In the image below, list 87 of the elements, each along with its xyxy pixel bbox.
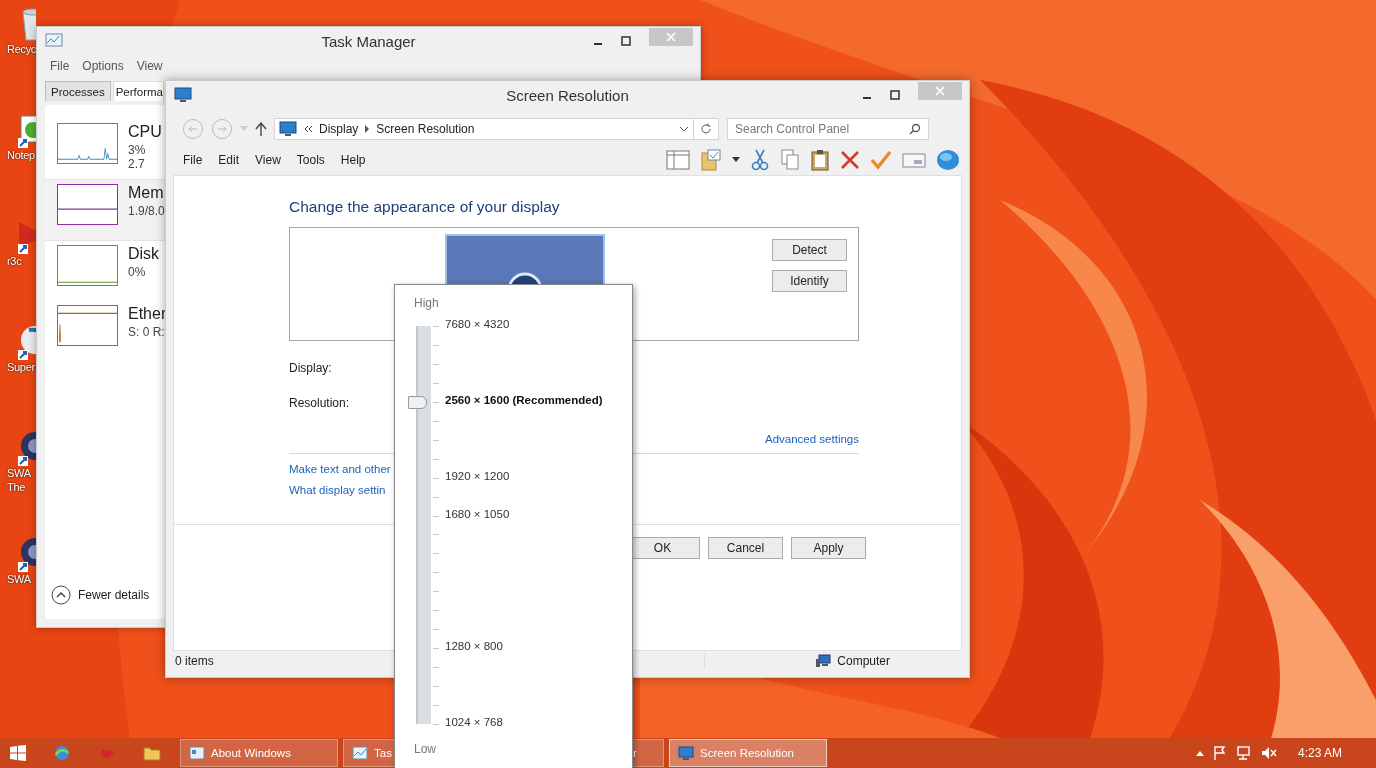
window-icon [189, 746, 205, 760]
resource-name: Disk [128, 245, 160, 263]
resolution-option[interactable]: 2560 × 1600 (Recommended) [445, 393, 603, 406]
resolution-option[interactable]: 1680 × 1050 [445, 507, 510, 520]
page-heading: Change the appearance of your display [289, 198, 560, 216]
resource-name: Ether [128, 305, 167, 323]
menu-item[interactable]: View [255, 153, 281, 167]
resource-name: CPU [128, 123, 163, 141]
resource-item[interactable]: Ether S: 0 R: [45, 301, 165, 361]
caret-icon[interactable] [732, 157, 740, 163]
resource-value: S: 0 R: [128, 325, 166, 339]
resource-name: Mem [128, 184, 165, 202]
close-icon [666, 32, 676, 42]
delete-icon[interactable] [840, 150, 860, 170]
scale-label: Low [414, 742, 436, 756]
desktop-icon-label[interactable]: r3c [7, 254, 36, 268]
tab[interactable]: Performa [112, 81, 164, 101]
desktop-icon-label[interactable]: SWA [7, 572, 36, 586]
maximize-icon[interactable] [890, 90, 900, 100]
resource-value: 1.9/8.0 [128, 204, 165, 218]
item-count: 0 items [175, 654, 214, 668]
desktop-icon-label[interactable]: Notep [7, 148, 36, 162]
desktop-icon-label[interactable]: SWA The [7, 466, 36, 494]
flag-icon[interactable] [1212, 746, 1227, 760]
display-label: Display: [289, 361, 332, 375]
desktop-icon-label[interactable]: Super [7, 360, 36, 374]
collapse-icon[interactable] [51, 585, 71, 605]
computer-icon [815, 654, 832, 668]
clock[interactable]: 4:23 AM [1297, 746, 1342, 760]
preview-button[interactable]: Identify [772, 270, 847, 292]
refresh-icon [700, 123, 712, 135]
copy-icon[interactable] [780, 149, 800, 171]
desktop-icon-label[interactable]: Recyc [7, 42, 36, 56]
muted-speaker-icon[interactable] [1260, 746, 1277, 760]
close-icon [935, 86, 945, 96]
monitor-icon [174, 87, 192, 103]
menu-item[interactable]: Options [82, 59, 124, 73]
menu-item[interactable]: Edit [218, 153, 240, 167]
windows-logo-icon[interactable] [10, 745, 26, 761]
menu-item[interactable]: File [50, 59, 70, 73]
pane-icon[interactable] [666, 150, 690, 170]
menu-item[interactable]: View [136, 59, 163, 73]
preview-button[interactable]: Detect [772, 239, 847, 261]
window-title: Task Manager [321, 32, 416, 50]
browser-icon[interactable] [53, 744, 71, 762]
menu-item[interactable]: Help [340, 153, 366, 167]
checkmark-icon[interactable] [870, 150, 892, 170]
folder-icon[interactable] [143, 745, 161, 761]
resolution-option[interactable]: 1280 × 800 [445, 640, 503, 653]
location-label: Computer [837, 654, 890, 668]
help-link[interactable]: Make text and other [289, 463, 391, 475]
resolution-label: Resolution: [289, 396, 350, 410]
chart-icon [45, 33, 63, 49]
resource-item[interactable]: Disk 0% [45, 241, 165, 301]
search-field[interactable]: Search Control Panel [727, 118, 929, 140]
up-arrow-icon[interactable] [255, 122, 267, 136]
resource-item[interactable]: Mem 1.9/8.0 [45, 179, 165, 241]
tab[interactable]: Processes [45, 81, 111, 101]
menu-item[interactable]: Tools [296, 153, 325, 167]
chart-icon [352, 746, 368, 760]
network-icon[interactable] [1235, 746, 1252, 760]
resource-value: 3% 2.7 [128, 143, 147, 171]
dialog-button[interactable]: Cancel [708, 537, 783, 559]
resolution-option[interactable]: 1024 × 768 [445, 716, 503, 728]
slider-thumb[interactable] [408, 395, 427, 409]
folder-icon[interactable] [700, 149, 722, 171]
clipboard-icon[interactable] [810, 149, 830, 171]
fewer-details-link[interactable]: Fewer details [78, 588, 150, 602]
monitor-icon [678, 746, 694, 760]
caret-icon[interactable] [1195, 750, 1204, 756]
menu-item[interactable]: File [183, 153, 203, 167]
resolution-option[interactable]: 1920 × 1200 [445, 469, 510, 482]
taskbar-button[interactable]: About Windows [180, 739, 338, 767]
dialog-button[interactable]: Apply [791, 537, 866, 559]
address-bar[interactable]: Display Screen Resolution [274, 118, 694, 140]
window-title: Screen Resolution [506, 86, 629, 104]
advanced-settings-link[interactable]: Advanced settings [765, 433, 859, 445]
resolution-option[interactable]: 7680 × 4320 [445, 318, 510, 330]
help-icon[interactable] [936, 149, 960, 171]
cut-icon[interactable] [750, 149, 770, 171]
resource-item[interactable]: CPU 3% 2.7 [45, 119, 165, 179]
scale-label: High [414, 296, 439, 310]
search-icon[interactable] [909, 123, 921, 135]
refresh-button[interactable] [693, 118, 719, 140]
maximize-icon[interactable] [621, 36, 631, 46]
help-link[interactable]: What display settin [289, 484, 386, 496]
resource-value: 0% [128, 265, 147, 279]
